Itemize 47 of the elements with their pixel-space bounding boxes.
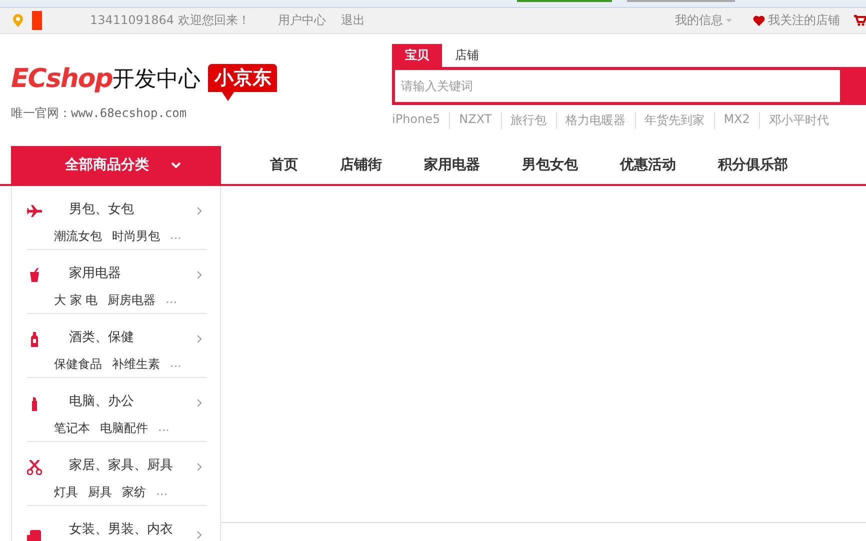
- nav-link[interactable]: 男包女包: [501, 146, 599, 184]
- category-link[interactable]: 家用电器: [69, 264, 183, 286]
- welcome-text: 13411091864 欢迎您回来！: [90, 12, 250, 29]
- all-categories-button[interactable]: 全部商品分类: [11, 146, 221, 184]
- subcategory-link[interactable]: 保健食品: [54, 356, 102, 377]
- search-tab[interactable]: 宝贝: [392, 44, 442, 67]
- chevron-right-icon: [197, 399, 202, 407]
- heart-icon: [753, 15, 765, 26]
- subcategory-link[interactable]: 补维生素: [112, 356, 160, 377]
- subcategory-link[interactable]: 厨房电器: [108, 292, 156, 313]
- subcategory-link[interactable]: 时尚男包: [112, 228, 160, 249]
- category-link[interactable]: 男包、女包: [69, 200, 183, 222]
- chevron-right-icon: [197, 271, 202, 279]
- subcategory-link[interactable]: 潮流女包: [54, 228, 102, 249]
- cup-icon: [27, 268, 42, 282]
- location-pin-icon: [13, 14, 23, 27]
- category-link[interactable]: 女装、男装、内衣: [69, 520, 183, 541]
- logo-tagline: 唯一官网：www.68ecshop.com: [11, 105, 188, 122]
- subcategory-link[interactable]: 灯具: [54, 484, 78, 505]
- nav-link[interactable]: 优惠活动: [599, 146, 697, 184]
- subcategory-link[interactable]: 厨具: [88, 484, 112, 505]
- chevron-right-icon: [197, 463, 202, 471]
- nav-link[interactable]: 店铺街: [319, 146, 403, 184]
- category-link[interactable]: 家居、家具、厨具: [69, 456, 183, 478]
- chevron-right-icon: [197, 335, 202, 343]
- category-link[interactable]: 电脑、办公: [69, 392, 183, 414]
- logo-badge: 小京东: [208, 64, 278, 101]
- search-tab[interactable]: 店铺: [442, 44, 492, 67]
- category-link[interactable]: 酒类、保健: [69, 328, 183, 350]
- caret-icon: [726, 18, 732, 22]
- subcategory-link[interactable]: 大 家 电: [54, 292, 98, 313]
- nav-link[interactable]: 家用电器: [403, 146, 501, 184]
- nav-link[interactable]: 首页: [249, 146, 319, 184]
- search-field[interactable]: 请输入关键词: [392, 67, 840, 105]
- logo-brand: ECshop: [11, 64, 112, 94]
- logo-title: 开发中心: [112, 66, 200, 92]
- avatar-block: [32, 11, 42, 30]
- scissors-icon: [27, 460, 42, 474]
- subcategory-link[interactable]: 电脑配件: [100, 420, 148, 441]
- subcategory-link[interactable]: 笔记本: [54, 420, 90, 441]
- subcategory-link[interactable]: 家纺: [122, 484, 146, 505]
- chevron-right-icon: [197, 531, 202, 540]
- cart-icon[interactable]: [854, 15, 866, 26]
- chevron-right-icon: [197, 207, 202, 215]
- plane-icon: [27, 204, 42, 218]
- nav-link[interactable]: 积分俱乐部: [697, 146, 809, 184]
- chevron-down-icon: [171, 162, 181, 168]
